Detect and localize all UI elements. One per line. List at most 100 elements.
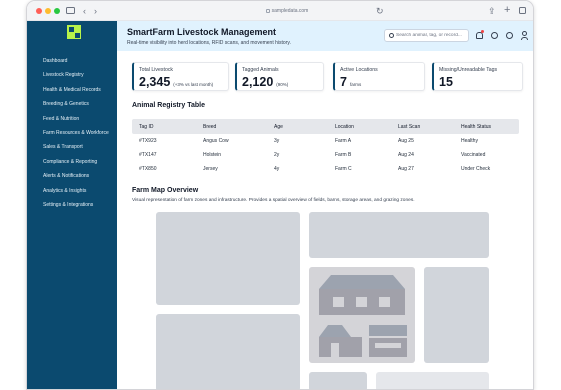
stat-label: Tagged Animals xyxy=(242,67,279,73)
address-bar[interactable]: sampledata.com xyxy=(207,5,367,17)
sidebar-item-compliance-reporting[interactable]: Compliance & Reporting xyxy=(43,155,109,169)
sidebar-item-sales-transport[interactable]: Sales & Transport xyxy=(43,140,109,154)
lock-icon xyxy=(265,8,270,13)
map-zone-field-1[interactable] xyxy=(156,212,300,305)
barn-icon xyxy=(319,275,407,357)
cell-age: 4y xyxy=(274,166,280,172)
table-row[interactable]: #TX147 Holstein 2y Farm B Aug 24 Vaccina… xyxy=(132,148,519,162)
page-title: SmartFarm Livestock Management xyxy=(127,27,277,37)
cell-last-scan: Aug 25 xyxy=(398,138,414,144)
stat-card-missing-tags: Missing/Unreadable Tags 15 xyxy=(432,62,523,91)
search-input[interactable] xyxy=(396,31,466,40)
stat-value-group: 7 farms xyxy=(340,75,361,89)
stat-label: Missing/Unreadable Tags xyxy=(439,67,498,73)
reload-icon[interactable]: ↻ xyxy=(376,5,384,17)
cell-breed: Jersey xyxy=(203,166,218,172)
stat-note: (90%) xyxy=(276,82,289,87)
map-section-description: Visual representation of farm zones and … xyxy=(132,198,415,203)
user-icon-body xyxy=(521,37,528,40)
cell-breed: Holstein xyxy=(203,152,222,158)
cell-tag-id: #TX147 xyxy=(139,152,157,158)
sidebar: Dashboard Livestock Registry Health & Me… xyxy=(27,21,117,389)
table-row[interactable]: #TX923 Angus Cow 3y Farm A Aug 25 Health… xyxy=(132,134,519,148)
column-header-age[interactable]: Age xyxy=(274,124,283,130)
forward-arrow-icon[interactable]: › xyxy=(94,5,97,17)
stat-card-active-locations: Active Locations 7 farms xyxy=(333,62,425,91)
new-tab-icon[interactable]: + xyxy=(504,4,510,16)
cell-last-scan: Aug 24 xyxy=(398,152,414,158)
cell-age: 3y xyxy=(274,138,280,144)
stat-value: 2,345 xyxy=(139,75,171,89)
stat-value: 2,120 xyxy=(242,75,274,89)
cell-health-status: Under Check xyxy=(461,166,491,172)
stat-note: (+3% vs last month) xyxy=(173,82,214,87)
map-zone-pen-2[interactable] xyxy=(376,372,489,389)
gear-icon[interactable] xyxy=(506,32,513,39)
notification-badge xyxy=(481,30,484,33)
share-icon[interactable]: ⇪ xyxy=(488,5,496,17)
cell-location: Farm A xyxy=(335,138,352,144)
registry-section-title: Animal Registry Table xyxy=(132,102,206,109)
sidebar-item-breeding-genetics[interactable]: Breeding & Genetics xyxy=(43,97,109,111)
sidebar-item-feed-nutrition[interactable]: Feed & Nutrition xyxy=(43,112,109,126)
cell-health-status: Vaccinated xyxy=(461,152,486,158)
cell-health-status: Healthy xyxy=(461,138,478,144)
cell-location: Farm C xyxy=(335,166,352,172)
maximize-window-button[interactable] xyxy=(54,8,60,14)
sidebar-item-livestock-registry[interactable]: Livestock Registry xyxy=(43,68,109,82)
cell-breed: Angus Cow xyxy=(203,138,229,144)
column-header-health-status[interactable]: Health Status xyxy=(461,124,491,130)
url-text: sampledata.com xyxy=(271,8,309,14)
sidebar-item-farm-resources-workforce[interactable]: Farm Resources & Workforce xyxy=(43,126,109,140)
cell-last-scan: Aug 27 xyxy=(398,166,414,172)
cell-tag-id: #TX850 xyxy=(139,166,157,172)
minimize-window-button[interactable] xyxy=(45,8,51,14)
map-zone-field-2[interactable] xyxy=(309,212,489,258)
column-header-location[interactable]: Location xyxy=(335,124,354,130)
help-icon[interactable] xyxy=(491,32,498,39)
column-header-breed[interactable]: Breed xyxy=(203,124,216,130)
column-header-last-scan[interactable]: Last Scan xyxy=(398,124,420,130)
table-row[interactable]: #TX850 Jersey 4y Farm C Aug 27 Under Che… xyxy=(132,162,519,176)
page-subtitle: Real-time visibility into herd locations… xyxy=(127,40,291,46)
back-arrow-icon[interactable]: ‹ xyxy=(83,5,86,17)
cell-location: Farm B xyxy=(335,152,352,158)
search-icon xyxy=(389,33,394,38)
cell-tag-id: #TX923 xyxy=(139,138,157,144)
close-window-button[interactable] xyxy=(36,8,42,14)
sidebar-nav: Dashboard Livestock Registry Health & Me… xyxy=(43,54,109,212)
animal-registry-table: Tag ID Breed Age Location Last Scan Heal… xyxy=(132,119,519,176)
user-icon[interactable] xyxy=(522,31,527,36)
stat-value-group: 2,345 (+3% vs last month) xyxy=(139,75,213,89)
stat-value-group: 2,120 (90%) xyxy=(242,75,288,89)
stat-value: 7 xyxy=(340,75,347,89)
map-zone-pen-1[interactable] xyxy=(309,372,367,389)
sidebar-item-dashboard[interactable]: Dashboard xyxy=(43,54,109,68)
stat-value: 15 xyxy=(439,75,453,89)
search-box[interactable] xyxy=(384,29,469,42)
bell-icon[interactable] xyxy=(476,32,483,39)
sidebar-item-health-medical-records[interactable]: Health & Medical Records xyxy=(43,83,109,97)
sidebar-item-analytics-insights[interactable]: Analytics & Insights xyxy=(43,184,109,198)
app-logo[interactable] xyxy=(67,25,81,39)
map-zone-storage[interactable] xyxy=(424,267,489,363)
stat-card-total-livestock: Total Livestock 2,345 (+3% vs last month) xyxy=(132,62,229,91)
column-header-tag-id[interactable]: Tag ID xyxy=(139,124,153,130)
page-header: SmartFarm Livestock Management Real-time… xyxy=(117,21,533,51)
browser-toolbar: ‹ › sampledata.com ↻ ⇪ + xyxy=(27,1,533,21)
stat-label: Total Livestock xyxy=(139,67,174,73)
map-zone-grazing[interactable] xyxy=(156,314,300,389)
sidebar-item-settings-integrations[interactable]: Settings & Integrations xyxy=(43,198,109,212)
tab-overview-icon[interactable] xyxy=(519,7,526,14)
stat-label: Active Locations xyxy=(340,67,378,73)
sidebar-toggle-icon[interactable] xyxy=(66,7,75,14)
sidebar-item-alerts-notifications[interactable]: Alerts & Notifications xyxy=(43,169,109,183)
cell-age: 2y xyxy=(274,152,280,158)
browser-window: ‹ › sampledata.com ↻ ⇪ + Dashboard Lives… xyxy=(26,0,534,390)
map-section-title: Farm Map Overview xyxy=(132,187,199,194)
stat-card-tagged-animals: Tagged Animals 2,120 (90%) xyxy=(235,62,324,91)
stat-value-group: 15 xyxy=(439,75,453,89)
map-zone-barns[interactable] xyxy=(309,267,415,363)
table-header-row: Tag ID Breed Age Location Last Scan Heal… xyxy=(132,119,519,134)
stat-note: farms xyxy=(349,82,362,87)
